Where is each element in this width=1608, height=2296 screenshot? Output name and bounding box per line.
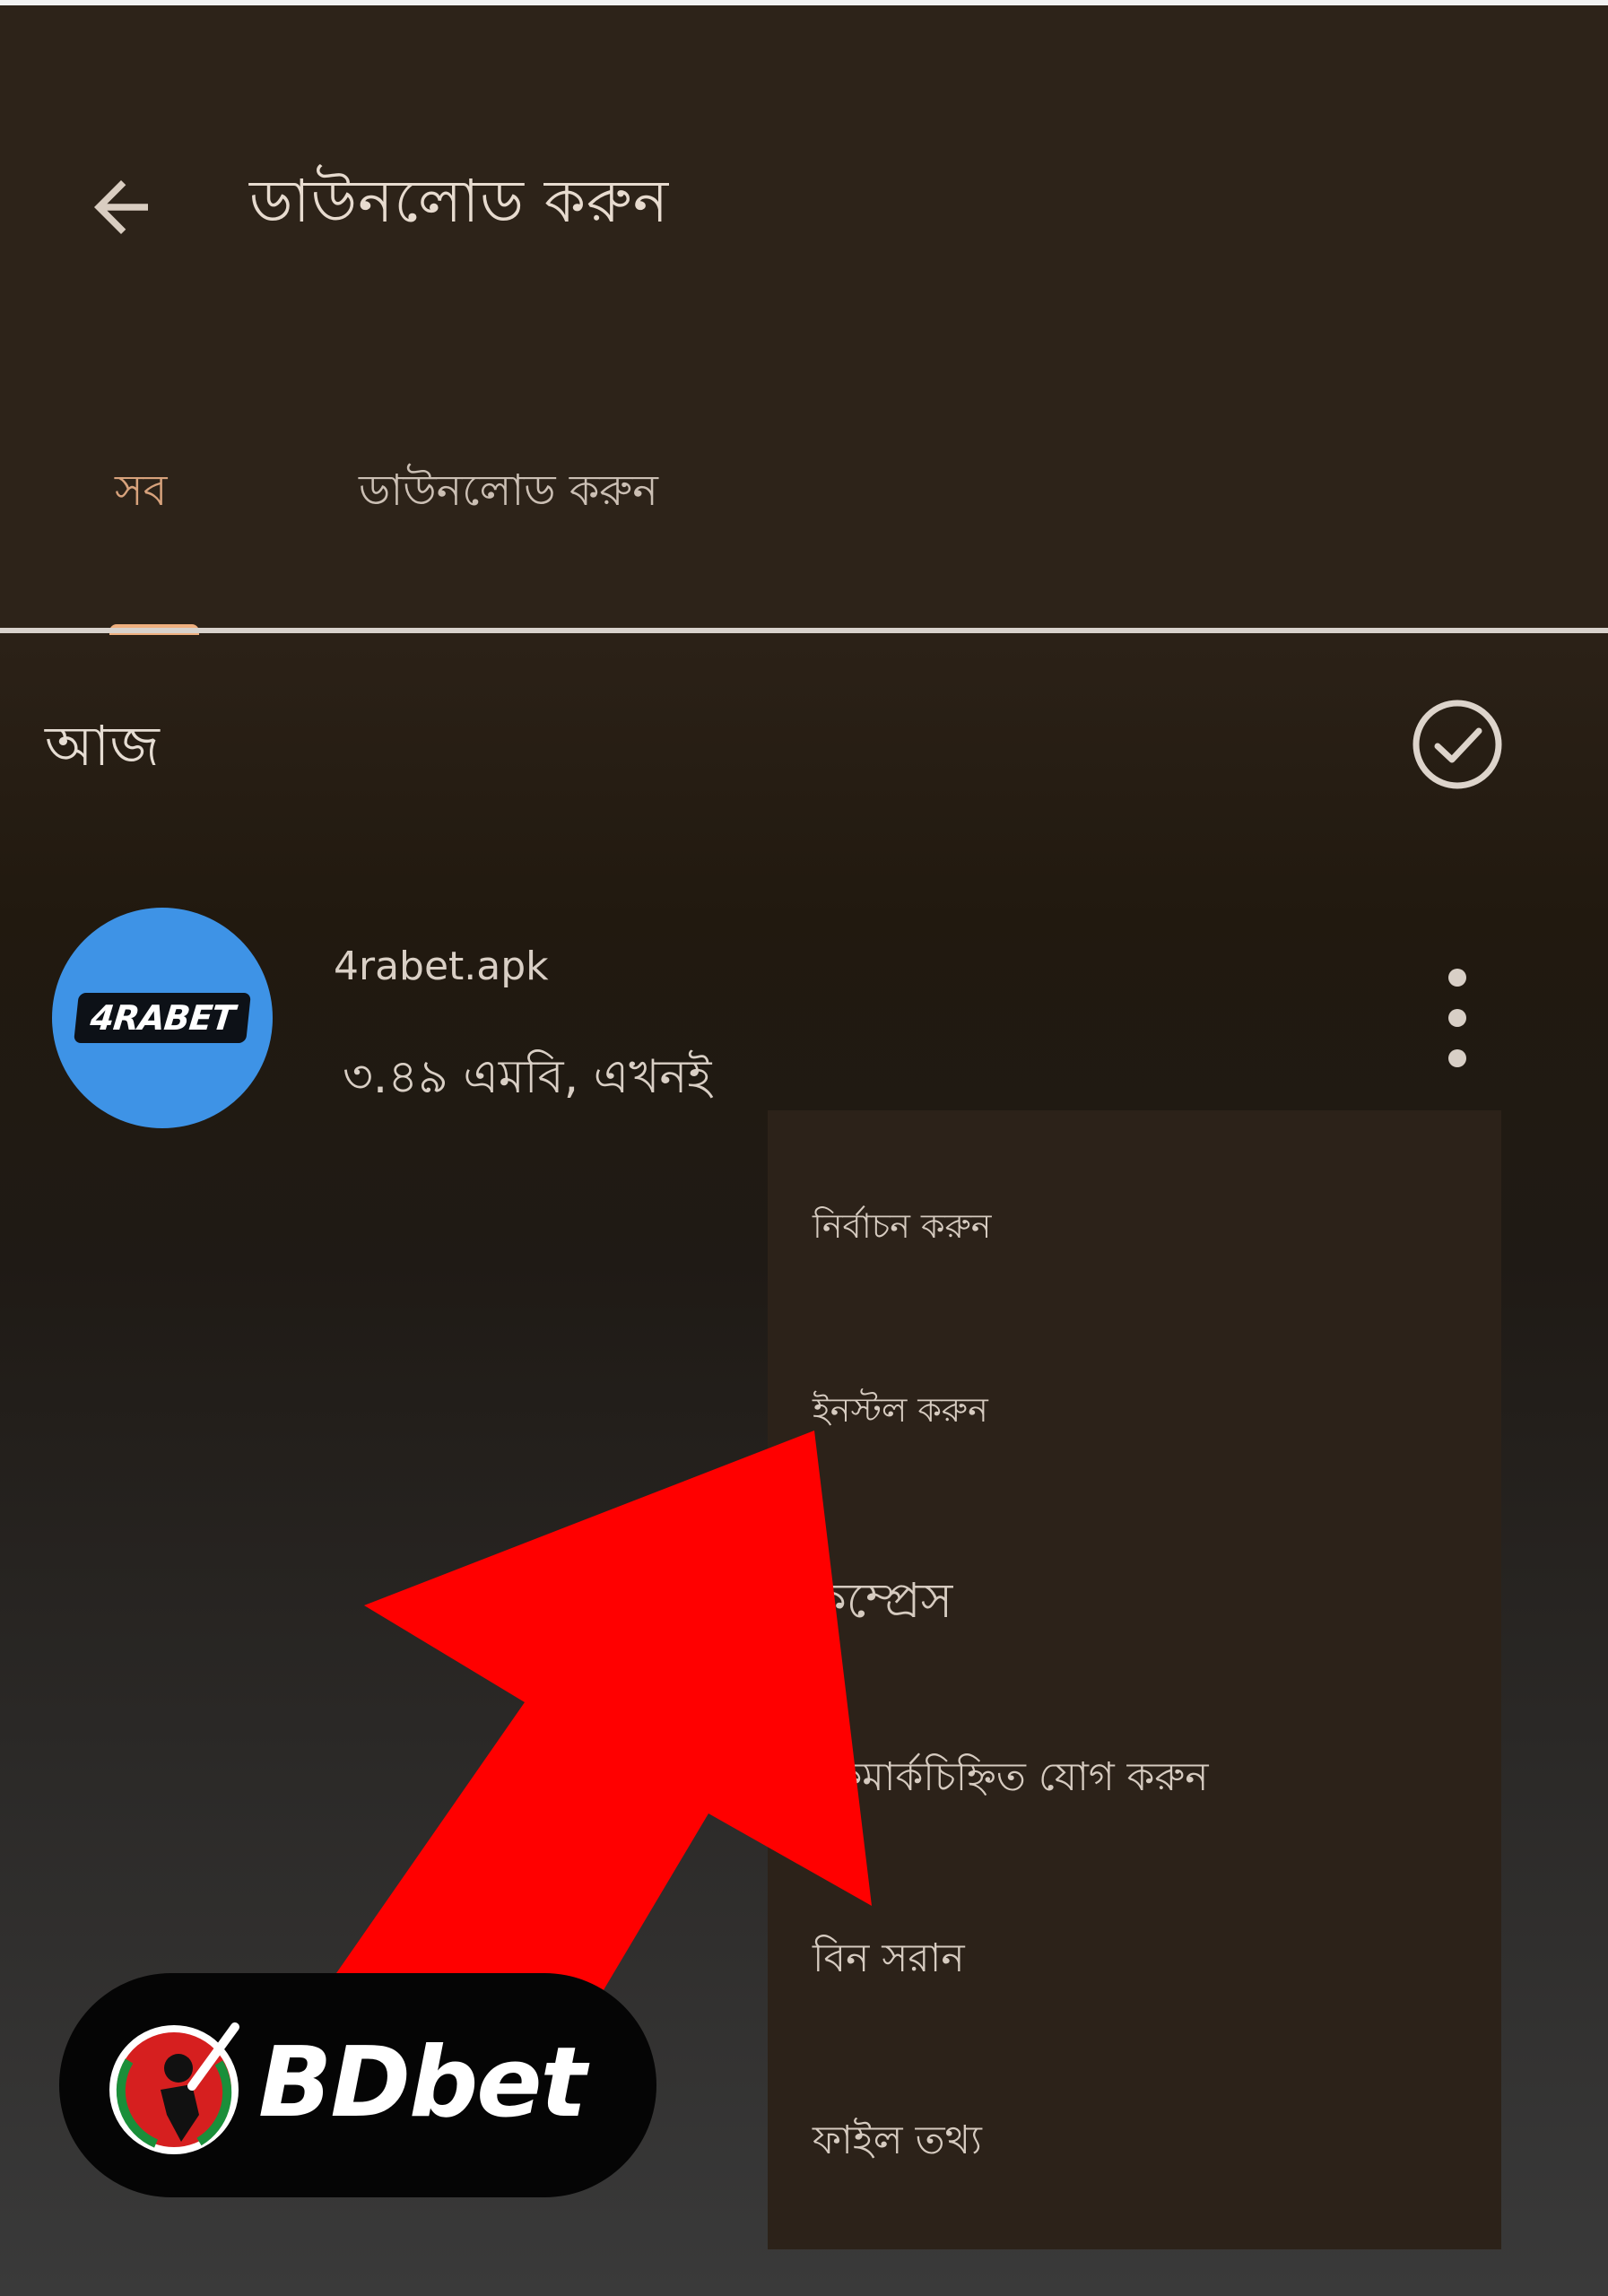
app-header: ডাউনলোড করুন সব ডাউনলোড করুন bbox=[0, 5, 1608, 635]
tabs-divider bbox=[0, 628, 1608, 633]
more-vertical-icon-dot bbox=[1448, 969, 1466, 987]
more-vertical-icon-dot bbox=[1448, 1049, 1466, 1067]
app-logo-text: 4RABET bbox=[74, 993, 251, 1043]
cricket-player-logo-icon bbox=[109, 2022, 239, 2154]
back-button[interactable] bbox=[63, 149, 179, 265]
tab-all[interactable]: সব bbox=[115, 458, 167, 529]
select-all-button[interactable] bbox=[1404, 691, 1511, 798]
more-vertical-icon-dot bbox=[1448, 1009, 1466, 1027]
menu-item-add-bookmark[interactable]: বুকমার্কচিহ্নিত যোগ করুন bbox=[813, 1747, 1208, 1813]
menu-item-remove[interactable]: বিন সরান bbox=[813, 1928, 965, 1994]
file-name[interactable]: 4rabet.apk bbox=[334, 944, 549, 989]
brand-name: BDbet bbox=[258, 2027, 587, 2139]
menu-item-file-info[interactable]: ফাইল তথ্য bbox=[813, 2110, 982, 2176]
tab-downloads[interactable]: ডাউনলোড করুন bbox=[359, 458, 658, 529]
context-menu: নির্বাচন করুন ইনস্টল করুন কম্প্রেস বুকমা… bbox=[768, 1110, 1501, 2249]
menu-item-compress[interactable]: কম্প্রেস bbox=[813, 1563, 952, 1644]
menu-item-install[interactable]: ইনস্টল করুন bbox=[813, 1384, 988, 1441]
apk-file-icon: 4RABET bbox=[52, 908, 273, 1128]
menu-item-select[interactable]: নির্বাচন করুন bbox=[813, 1200, 991, 1257]
page-title: ডাউনলোড করুন bbox=[249, 167, 670, 236]
section-title-today: আজ bbox=[45, 713, 160, 778]
brand-watermark: BDbet bbox=[59, 1973, 656, 2197]
more-options-button[interactable] bbox=[1426, 969, 1489, 1067]
check-circle-icon bbox=[1412, 700, 1502, 789]
arrow-left-icon bbox=[94, 180, 148, 234]
file-meta: ৩.৪৯ এমবি, এখনই bbox=[343, 1050, 712, 1104]
